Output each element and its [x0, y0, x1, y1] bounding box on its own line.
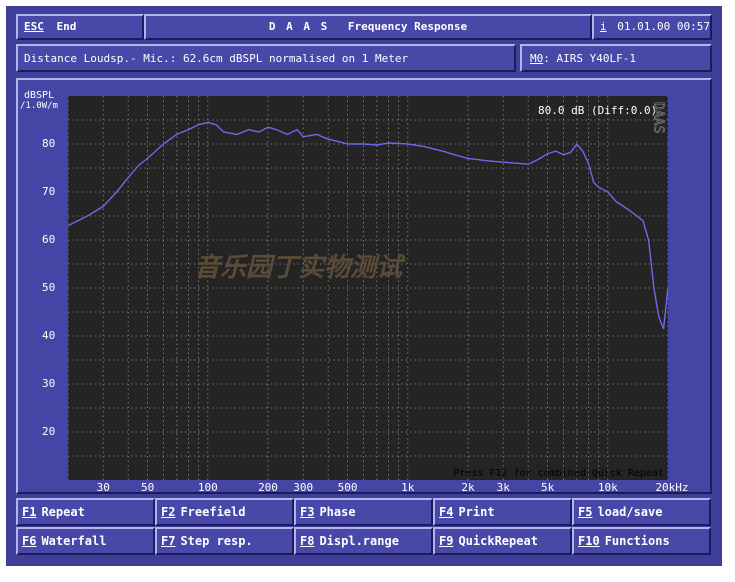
fkey-label: QuickRepeat — [458, 534, 538, 548]
fkey-f4-button[interactable]: F4 Print — [433, 498, 572, 526]
memory-value: : AIRS Y40LF-1 — [543, 52, 636, 65]
memory-slot-button[interactable]: M0: AIRS Y40LF-1 — [520, 44, 712, 72]
fkey-label: Waterfall — [41, 534, 107, 548]
x-tick-label: 10k — [597, 481, 618, 494]
fkey-key: F7 — [161, 534, 176, 548]
esc-key: ESC — [24, 20, 44, 33]
x-tick-label: 300 — [293, 481, 314, 494]
x-tick-label: 200 — [258, 481, 278, 494]
x-tick-label: 5k — [540, 481, 555, 494]
description-text: Distance Loudsp.- Mic.: 62.6cm dBSPL nor… — [24, 52, 409, 65]
level-readout: 80.0 dB (Diff:0.0) — [538, 104, 657, 117]
y-tick-label: 50 — [42, 281, 56, 294]
x-tick-label: 2k — [461, 481, 475, 494]
fkey-key: F4 — [439, 505, 454, 519]
x-tick-label: 1k — [401, 481, 415, 494]
info-datetime-button[interactable]: i 01.01.00 00:57 — [592, 14, 712, 40]
y-axis-label-line2: /1.0W/m — [20, 101, 58, 111]
fkey-label: Repeat — [41, 505, 85, 519]
fkey-f6-button[interactable]: F6 Waterfall — [16, 527, 155, 555]
fkey-label: Phase — [319, 505, 356, 519]
y-tick-label: 80 — [42, 137, 56, 150]
fkey-f1-button[interactable]: F1 Repeat — [16, 498, 155, 526]
x-tick-label: 30 — [96, 481, 110, 494]
fkey-f7-button[interactable]: F7 Step resp. — [155, 527, 294, 555]
fkey-f8-button[interactable]: F8 Displ.range — [294, 527, 433, 555]
fkey-f5-button[interactable]: F5 load/save — [572, 498, 711, 526]
watermark: 音乐园丁实物测试 — [194, 253, 406, 283]
esc-end-button[interactable]: ESC End — [16, 14, 144, 40]
fkey-label: Functions — [604, 534, 670, 548]
x-tick-label: 3k — [496, 481, 510, 494]
fkey-label: load/save — [597, 505, 663, 519]
fkey-f3-button[interactable]: F3 Phase — [294, 498, 433, 526]
fkey-label: Displ.range — [319, 534, 399, 548]
fkey-label: Freefield — [180, 505, 246, 519]
daas-vertical-brand: DAAS — [651, 102, 666, 133]
fkey-key: F9 — [439, 534, 454, 548]
fkey-key: F2 — [161, 505, 176, 519]
info-key: i — [600, 20, 607, 33]
fkey-f9-button[interactable]: F9 QuickRepeat — [433, 527, 572, 555]
title-bar: D A A S Frequency Response — [144, 14, 592, 40]
y-axis-label-line1: dBSPL — [24, 90, 55, 101]
x-tick-label: 50 — [140, 481, 155, 494]
x-tick-label: 20kHz — [655, 481, 689, 494]
datetime: 01.01.00 00:57 — [617, 20, 710, 33]
fkey-key: F8 — [300, 534, 315, 548]
view-title: Frequency Response — [347, 20, 468, 33]
y-tick-label: 30 — [42, 377, 56, 390]
app-title: D A A S — [268, 20, 330, 33]
y-tick-label: 60 — [42, 233, 56, 246]
footer-hint: Press F12 for combined Quick Repeat — [453, 468, 664, 479]
fkey-key: F10 — [578, 534, 600, 548]
x-tick-label: 100 — [197, 481, 218, 494]
memory-key: M0 — [530, 52, 544, 65]
fkey-key: F1 — [22, 505, 37, 519]
fkey-key: F5 — [578, 505, 593, 519]
fkey-label: Step resp. — [180, 534, 253, 548]
fkey-f10-button[interactable]: F10 Functions — [572, 527, 711, 555]
fkey-f2-button[interactable]: F2 Freefield — [155, 498, 294, 526]
y-tick-label: 20 — [42, 425, 56, 438]
fkey-label: Print — [458, 505, 495, 519]
frequency-response-plot[interactable]: 音乐园丁实物测试 80.0 dB (Diff:0.0) DAAS Press F… — [68, 96, 668, 480]
esc-label: End — [56, 20, 77, 33]
measurement-description: Distance Loudsp.- Mic.: 62.6cm dBSPL nor… — [16, 44, 516, 72]
fkey-key: F6 — [22, 534, 37, 548]
plot-panel: dBSPL /1.0W/m 20 30 40 50 60 70 80 30 50 100 200 3… — [16, 78, 712, 494]
y-tick-label: 40 — [42, 329, 56, 342]
fkey-key: F3 — [300, 505, 315, 519]
daas-screen: ESC End D A A S Frequency Response i 01.… — [6, 6, 722, 566]
y-tick-label: 70 — [42, 185, 56, 198]
x-tick-label: 500 — [337, 481, 358, 494]
